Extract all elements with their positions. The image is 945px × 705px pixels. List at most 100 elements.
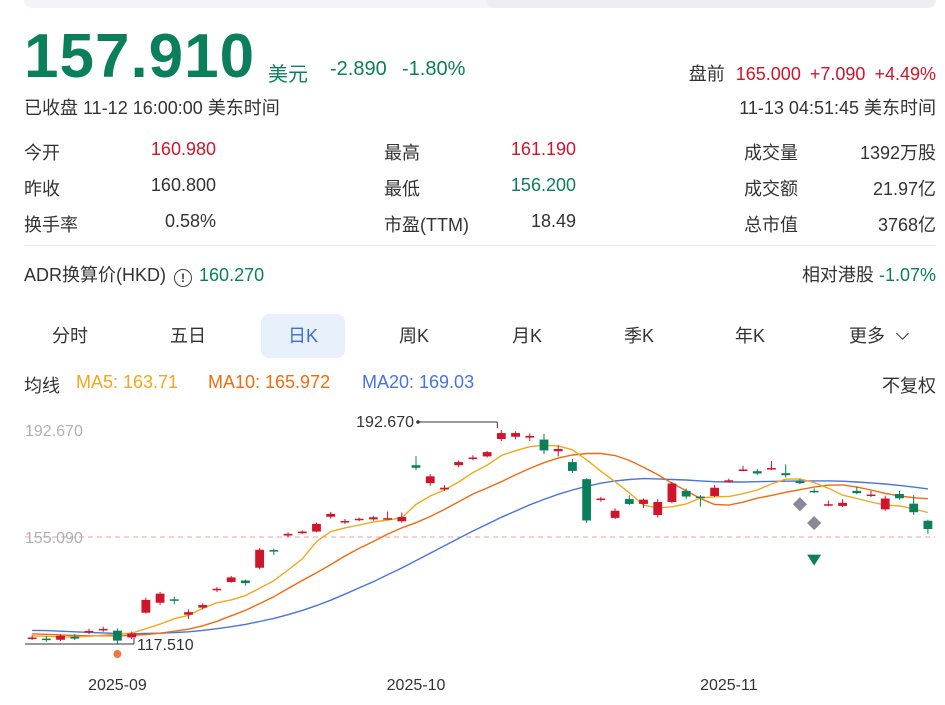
y-axis-label: 155.090 (25, 530, 83, 547)
tab-weekly-k[interactable]: 周K (372, 314, 456, 358)
candle-body[interactable] (667, 483, 677, 502)
candle-body[interactable] (738, 469, 748, 471)
high-marker-label: 192.670 (356, 414, 414, 431)
candle-body[interactable] (866, 494, 876, 497)
tab-more-label: 更多 (848, 326, 885, 346)
candle-body[interactable] (838, 502, 847, 506)
candle-body[interactable] (397, 517, 407, 522)
candle-body[interactable] (212, 588, 222, 591)
premarket-pct: +4.49% (874, 64, 936, 84)
tab-monthly-k[interactable]: 月K (485, 314, 569, 358)
candle-body[interactable] (312, 523, 321, 532)
market-cap-value: 3768亿 (877, 215, 936, 235)
price-change: -2.890 (330, 58, 387, 80)
candle-body[interactable] (539, 439, 549, 451)
candle-body[interactable] (895, 493, 904, 499)
price-change-pct: -1.80% (402, 58, 466, 80)
tab-yearly-k[interactable]: 年K (708, 314, 792, 358)
event-diamond-marker[interactable] (792, 497, 807, 512)
down-arrow-marker[interactable] (807, 554, 822, 566)
chevron-down-icon (896, 327, 909, 340)
currency-unit: 美元 (268, 64, 308, 86)
candle-body[interactable] (411, 465, 421, 468)
candle-body[interactable] (283, 533, 293, 536)
candle-body[interactable] (354, 518, 364, 521)
candle-body[interactable] (425, 476, 435, 484)
pe-value: 18.49 (530, 211, 576, 231)
current-price: 157.910 (24, 22, 256, 91)
candle-body[interactable] (113, 630, 122, 641)
candle-body[interactable] (695, 496, 705, 499)
turnover-label: 换手率 (24, 215, 78, 235)
candle-body[interactable] (41, 638, 51, 641)
candle-body[interactable] (639, 499, 648, 504)
candle-body[interactable] (525, 435, 535, 438)
candle-body[interactable] (70, 636, 80, 639)
tab-more[interactable]: 更多 (838, 314, 918, 358)
candle-body[interactable] (596, 498, 606, 501)
candle-body[interactable] (226, 577, 236, 582)
candle-body[interactable] (710, 487, 720, 496)
candle-body[interactable] (468, 457, 478, 460)
event-diamond-marker[interactable] (807, 515, 822, 531)
candle-body[interactable] (809, 490, 819, 493)
tab-daily-k[interactable]: 日K (261, 314, 345, 358)
candle-body[interactable] (98, 628, 108, 631)
candle-body[interactable] (553, 448, 563, 452)
candle-body[interactable] (383, 518, 392, 520)
candle-body[interactable] (454, 462, 464, 466)
candle-body[interactable] (795, 481, 805, 484)
candle-body[interactable] (326, 513, 336, 517)
tab-intraday[interactable]: 分时 (28, 314, 112, 358)
candle-body[interactable] (781, 473, 791, 476)
ma20-line (32, 477, 928, 635)
ma5-line (32, 444, 929, 638)
candle-body[interactable] (496, 433, 506, 440)
candle-body[interactable] (752, 471, 762, 474)
candle-body[interactable] (923, 520, 933, 529)
candle-body[interactable] (155, 593, 165, 603)
adr-label: ADR换算价(HKD) (24, 265, 166, 285)
candle-body[interactable] (653, 501, 663, 516)
candle-body[interactable] (340, 521, 350, 523)
tab-five-day[interactable]: 五日 (146, 314, 230, 358)
candle-body[interactable] (681, 490, 691, 497)
candle-body[interactable] (297, 531, 307, 534)
search-bar[interactable] (486, 0, 936, 8)
candle-body[interactable] (141, 599, 151, 613)
candle-body[interactable] (198, 605, 208, 608)
candlestick-chart[interactable]: 192.670 117.510 192.670 155.090 2025-09 2025… (0, 400, 945, 705)
tab-quarterly-k[interactable]: 季K (597, 314, 681, 358)
candle-body[interactable] (482, 452, 492, 457)
adjust-mode-button[interactable]: 不复权 (882, 372, 936, 398)
candle-body[interactable] (27, 637, 37, 639)
candle-body[interactable] (269, 550, 279, 552)
candle-body[interactable] (610, 510, 620, 518)
candle-body[interactable] (127, 633, 137, 638)
x-axis-label: 2025-10 (387, 677, 446, 694)
adr-row: ADR换算价(HKD) ! 160.270 (24, 261, 264, 287)
info-circle-icon[interactable]: ! (174, 269, 193, 287)
candle-body[interactable] (368, 517, 378, 520)
candle-body[interactable] (909, 503, 919, 513)
candle-body[interactable] (880, 498, 890, 510)
volume-label: 成交量 (744, 143, 798, 163)
candle-body[interactable] (169, 599, 179, 601)
candle-body[interactable] (724, 480, 734, 482)
candle-body[interactable] (852, 490, 862, 494)
candle-body[interactable] (767, 468, 776, 470)
candle-body[interactable] (240, 580, 250, 584)
candle-body[interactable] (568, 462, 577, 471)
candle-body[interactable] (582, 479, 592, 521)
candle-body[interactable] (184, 612, 193, 615)
high-value: 161.190 (510, 139, 576, 159)
candle-body[interactable] (56, 635, 65, 640)
candle-body[interactable] (823, 504, 833, 506)
candle-body[interactable] (440, 487, 449, 490)
event-dot-marker[interactable] (113, 650, 122, 659)
candle-body[interactable] (84, 630, 94, 633)
volume-value: 1392万股 (859, 143, 936, 163)
candle-body[interactable] (624, 499, 634, 504)
candle-body[interactable] (511, 433, 520, 437)
candle-body[interactable] (255, 549, 265, 568)
